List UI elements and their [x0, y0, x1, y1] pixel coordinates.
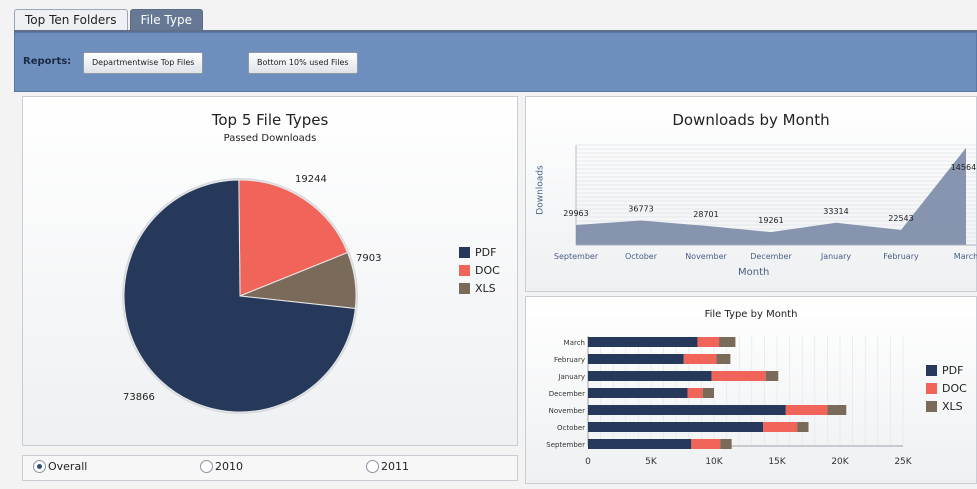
- bar-segment-doc[interactable]: [697, 337, 720, 347]
- file-type-bar-chart: March February January December November Octo…: [546, 336, 913, 467]
- area-x-tick: December: [750, 252, 792, 261]
- bar-segment-pdf[interactable]: [588, 422, 764, 432]
- legend-item-doc: DOC: [926, 379, 967, 397]
- bar-segment-doc[interactable]: [763, 422, 798, 432]
- legend-label: DOC: [942, 381, 967, 395]
- bar-category-label: February: [554, 356, 585, 364]
- area-x-tick: February: [883, 252, 919, 261]
- bar-segment-xls[interactable]: [797, 422, 809, 432]
- bar-segment-doc[interactable]: [691, 439, 721, 449]
- radio-label: Overall: [48, 460, 88, 473]
- year-radio-group: Overall 2010 2011: [22, 455, 518, 481]
- file-type-by-month-panel: File Type by Month March February January D…: [525, 296, 977, 484]
- radio-2011[interactable]: 2011: [366, 460, 409, 473]
- downloads-area: [576, 147, 966, 245]
- radio-label: 2011: [381, 460, 409, 473]
- bar-segment-xls[interactable]: [720, 439, 732, 449]
- downloads-area-chart: 29963 36773 28701 19261 33314 22543 145641 Sept…: [554, 144, 977, 261]
- area-value-label: 19261: [758, 216, 783, 225]
- radio-dot[interactable]: [33, 460, 46, 473]
- bar-segment-pdf[interactable]: [588, 405, 786, 415]
- bar-segment-xls[interactable]: [702, 388, 714, 398]
- legend-label: DOC: [475, 263, 500, 277]
- pie-legend: PDF DOC XLS: [459, 243, 500, 297]
- pie-value-label: 19244: [295, 174, 327, 185]
- bar-segment-xls[interactable]: [719, 337, 736, 347]
- area-x-tick: November: [685, 252, 727, 261]
- area-x-tick: October: [625, 252, 658, 261]
- bar-x-tick: 25K: [894, 457, 912, 467]
- tab-file-type[interactable]: File Type: [129, 9, 203, 31]
- downloads-xlabel: Month: [738, 267, 770, 278]
- bar-category-label: March: [564, 339, 585, 347]
- legend-swatch-doc: [926, 382, 937, 394]
- area-value-label: 36773: [628, 204, 653, 213]
- legend-item-xls: XLS: [926, 397, 967, 415]
- downloads-ylabel: Downloads: [535, 165, 546, 215]
- bar-category-label: November: [549, 407, 586, 415]
- legend-swatch-doc: [459, 264, 470, 276]
- legend-swatch-pdf: [926, 364, 937, 376]
- pie-value-label: 7903: [356, 253, 381, 264]
- bar-category-label: December: [549, 390, 585, 398]
- legend-swatch-xls: [459, 282, 470, 294]
- area-value-label: 33314: [823, 207, 848, 216]
- area-x-tick: September: [554, 252, 599, 261]
- legend-item-xls: XLS: [459, 279, 500, 297]
- area-value-label: 28701: [693, 210, 718, 219]
- bar-x-tick: 20K: [831, 457, 849, 467]
- area-x-tick: March: [954, 252, 977, 261]
- radio-label: 2010: [215, 460, 243, 473]
- legend-item-pdf: PDF: [926, 361, 967, 379]
- bar-segment-pdf[interactable]: [588, 388, 688, 398]
- legend-item-doc: DOC: [459, 261, 500, 279]
- legend-label: PDF: [942, 363, 964, 377]
- bar-x-tick: 0: [585, 457, 591, 467]
- bar-x-tick: 5K: [645, 457, 658, 467]
- pie-value-label: 73866: [123, 392, 155, 403]
- bar-x-tick: 15K: [768, 457, 786, 467]
- bar-segment-doc[interactable]: [683, 354, 717, 364]
- radio-dot[interactable]: [200, 460, 213, 473]
- tab-top-ten-folders[interactable]: Top Ten Folders: [14, 9, 128, 31]
- pie-chart: 73866 19244 7903: [122, 174, 381, 414]
- pie-chart-panel: Top 5 File Types Passed Downloads 73866 1…: [22, 96, 518, 446]
- legend-item-pdf: PDF: [459, 243, 500, 261]
- departmentwise-top-files-button[interactable]: Departmentwise Top Files: [83, 52, 204, 74]
- area-value-label: 29963: [563, 209, 588, 218]
- tab-bar: Top Ten Folders File Type: [14, 9, 203, 31]
- legend-label: PDF: [475, 245, 497, 259]
- bar-segment-pdf[interactable]: [588, 439, 692, 449]
- bar-segment-xls[interactable]: [716, 354, 731, 364]
- legend-swatch-xls: [926, 400, 937, 412]
- radio-dot[interactable]: [366, 460, 379, 473]
- legend-swatch-pdf: [459, 246, 470, 258]
- bar-segment-pdf[interactable]: [588, 371, 712, 381]
- bar-segment-pdf[interactable]: [588, 354, 684, 364]
- reports-bar: Reports: Departmentwise Top Files Bottom…: [14, 32, 977, 92]
- bar-category-label: September: [546, 441, 585, 449]
- downloads-by-month-panel: Downloads by Month 29963 36773 28701 19261 3…: [525, 96, 977, 292]
- radio-overall[interactable]: Overall: [33, 460, 87, 473]
- bar-segment-doc[interactable]: [785, 405, 828, 415]
- area-value-label: 22543: [888, 214, 913, 223]
- area-value-label: 145641: [951, 163, 977, 172]
- bar-legend: PDF DOC XLS: [926, 361, 967, 415]
- bar-category-label: January: [557, 373, 585, 381]
- bar-x-tick: 10K: [705, 457, 723, 467]
- reports-label: Reports:: [23, 56, 72, 67]
- bar-segment-pdf[interactable]: [588, 337, 698, 347]
- bar-segment-xls[interactable]: [827, 405, 847, 415]
- legend-label: XLS: [942, 399, 963, 413]
- bar-segment-xls[interactable]: [765, 371, 779, 381]
- bar-segment-doc[interactable]: [687, 388, 703, 398]
- bar-segment-doc[interactable]: [711, 371, 766, 381]
- bottom-used-files-button[interactable]: Bottom 10% used Files: [248, 52, 358, 74]
- area-x-tick: January: [820, 252, 852, 261]
- radio-2010[interactable]: 2010: [200, 460, 243, 473]
- legend-label: XLS: [475, 281, 496, 295]
- bar-category-label: October: [557, 424, 585, 432]
